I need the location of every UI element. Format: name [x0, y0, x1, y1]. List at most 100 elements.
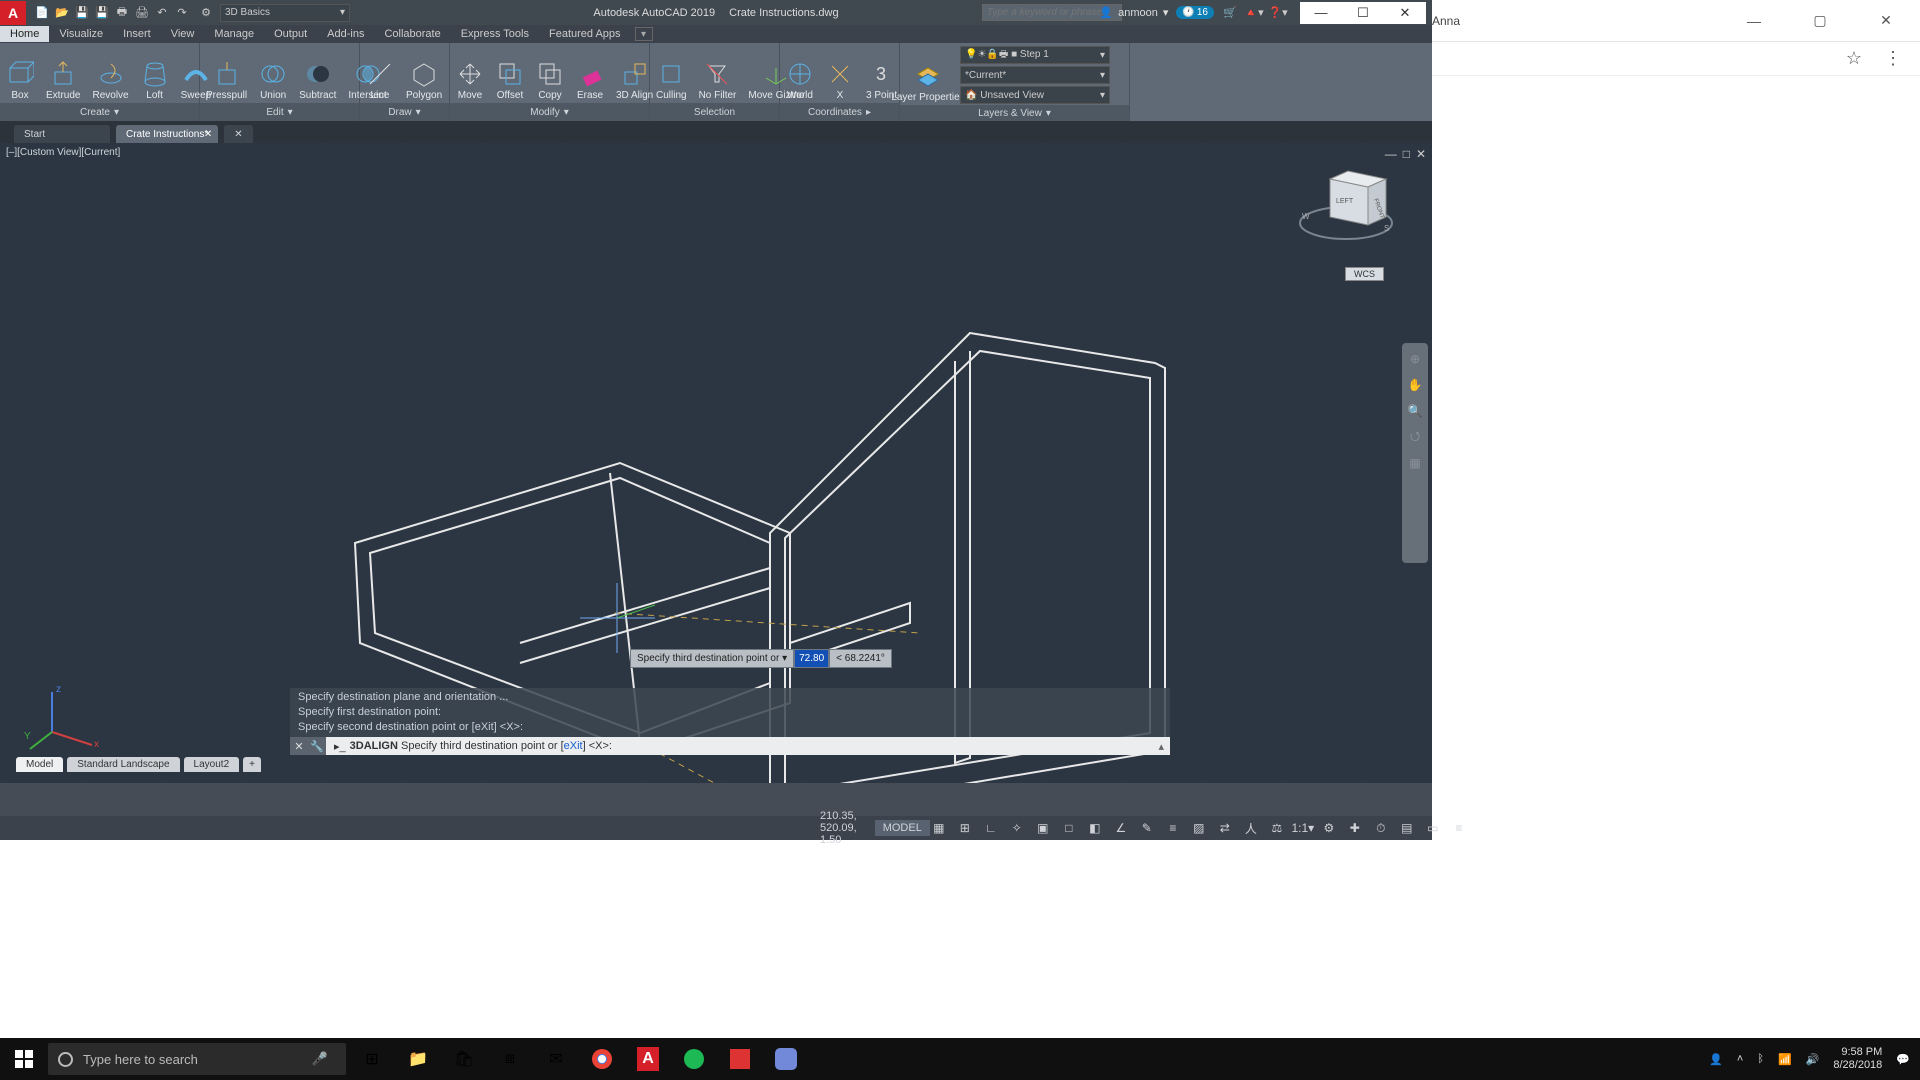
- world-button[interactable]: World: [780, 43, 820, 103]
- erase-button[interactable]: Erase: [570, 43, 610, 103]
- qat-redo-icon[interactable]: ↷: [174, 5, 190, 21]
- cart-icon[interactable]: 🛒: [1222, 5, 1238, 21]
- osnap-toggle-icon[interactable]: □: [1060, 819, 1078, 837]
- workspace-selector[interactable]: 3D Basics▾: [220, 4, 350, 22]
- window-minimize-button[interactable]: —: [1300, 2, 1342, 24]
- qat-new-icon[interactable]: 📄: [34, 5, 50, 21]
- qat-plot-icon[interactable]: 🖶: [114, 5, 130, 21]
- tab-add-button[interactable]: ▾: [635, 27, 653, 41]
- taskbar-search[interactable]: Type here to search 🎤: [48, 1043, 346, 1075]
- offset-button[interactable]: Offset: [490, 43, 530, 103]
- view-cube[interactable]: WS LEFT FRONT: [1296, 161, 1396, 261]
- cmd-expand-icon[interactable]: ▴: [1152, 740, 1170, 753]
- snap-toggle-icon[interactable]: ⊞: [956, 819, 974, 837]
- presspull-button[interactable]: Presspull: [200, 43, 253, 103]
- drawing-viewport[interactable]: [–][Custom View][Current] — □ ✕: [0, 143, 1432, 783]
- transparency-icon[interactable]: ▨: [1190, 819, 1208, 837]
- volume-icon[interactable]: 🔊: [1806, 1053, 1820, 1066]
- wcs-label[interactable]: WCS: [1345, 267, 1384, 281]
- browser-close-button[interactable]: ✕: [1866, 6, 1906, 36]
- 3dosnap-toggle-icon[interactable]: ◧: [1086, 819, 1104, 837]
- window-close-button[interactable]: ✕: [1384, 2, 1426, 24]
- annotation-icon[interactable]: 人: [1242, 819, 1260, 837]
- plus-icon[interactable]: ✚: [1346, 819, 1364, 837]
- bluetooth-icon[interactable]: ᛒ: [1757, 1053, 1764, 1065]
- copy-button[interactable]: Copy: [530, 43, 570, 103]
- layerprops-button[interactable]: Layer Properties: [900, 43, 956, 105]
- layout-tab-layout2[interactable]: Layout2: [184, 757, 240, 772]
- file-tab-new-button[interactable]: ✕: [224, 125, 252, 143]
- polar-toggle-icon[interactable]: ✧: [1008, 819, 1026, 837]
- grid-toggle-icon[interactable]: ▦: [930, 819, 948, 837]
- cleanscreen-icon[interactable]: ▭: [1424, 819, 1442, 837]
- chrome-icon[interactable]: [580, 1038, 624, 1080]
- gear-icon[interactable]: ⚙: [1320, 819, 1338, 837]
- panel-modify-label[interactable]: Modify ▾: [450, 103, 649, 121]
- tray-overflow-icon[interactable]: ˄: [1737, 1053, 1743, 1065]
- orbit-icon[interactable]: ⭯: [1407, 429, 1423, 445]
- panel-create-label[interactable]: Create ▾: [0, 103, 199, 121]
- app-home-icon[interactable]: 🔺▾: [1246, 5, 1262, 21]
- dropbox-icon[interactable]: ⧈: [488, 1038, 532, 1080]
- tab-addins[interactable]: Add-ins: [317, 26, 374, 42]
- app-red-icon[interactable]: [718, 1038, 762, 1080]
- tab-visualize[interactable]: Visualize: [49, 26, 113, 42]
- iso-toggle-icon[interactable]: ▣: [1034, 819, 1052, 837]
- browser-maximize-button[interactable]: ▢: [1800, 6, 1840, 36]
- explorer-icon[interactable]: 📁: [396, 1038, 440, 1080]
- otrack-toggle-icon[interactable]: ∠: [1112, 819, 1130, 837]
- people-icon[interactable]: 👤: [1709, 1053, 1723, 1066]
- zoom-icon[interactable]: 🔍: [1407, 403, 1423, 419]
- wifi-icon[interactable]: 📶: [1778, 1053, 1792, 1066]
- revolve-button[interactable]: Revolve: [86, 43, 134, 103]
- subtract-button[interactable]: Subtract: [293, 43, 342, 103]
- dyn-ucs-icon[interactable]: ✎: [1138, 819, 1156, 837]
- taskview-icon[interactable]: ⊞: [350, 1038, 394, 1080]
- hwaccel-icon[interactable]: ⏱: [1372, 819, 1390, 837]
- window-maximize-button[interactable]: ☐: [1342, 2, 1384, 24]
- qat-open-icon[interactable]: 📂: [54, 5, 70, 21]
- loft-button[interactable]: Loft: [135, 43, 175, 103]
- cmd-options-icon[interactable]: 🔧: [308, 737, 326, 755]
- ortho-toggle-icon[interactable]: ∟: [982, 819, 1000, 837]
- layout-tab-model[interactable]: Model: [16, 757, 63, 772]
- browser-menu-icon[interactable]: ⋮: [1884, 48, 1902, 69]
- tab-view[interactable]: View: [161, 26, 205, 42]
- tab-output[interactable]: Output: [264, 26, 317, 42]
- line-button[interactable]: Line: [360, 43, 400, 103]
- move-button[interactable]: Move: [450, 43, 490, 103]
- help-icon[interactable]: ❓▾: [1270, 5, 1286, 21]
- discord-icon[interactable]: [764, 1038, 808, 1080]
- lineweight-icon[interactable]: ≡: [1164, 819, 1182, 837]
- file-tab-start[interactable]: Start: [14, 125, 110, 143]
- coordinates-readout[interactable]: 210.35, 520.09, 1.50: [820, 810, 857, 846]
- panel-layers-label[interactable]: Layers & View ▾: [900, 105, 1129, 121]
- cmd-option[interactable]: eXit: [564, 740, 583, 752]
- taskbar-clock[interactable]: 9:58 PM 8/28/2018: [1833, 1046, 1882, 1072]
- layer-step-dropdown[interactable]: 💡☀🔒🖶 ■ Step 1▾: [960, 46, 1110, 64]
- browser-minimize-button[interactable]: —: [1734, 6, 1774, 36]
- qat-undo-icon[interactable]: ↶: [154, 5, 170, 21]
- panel-draw-label[interactable]: Draw ▾: [360, 103, 449, 121]
- layer-current-dropdown[interactable]: *Current*▾: [960, 66, 1110, 84]
- tab-manage[interactable]: Manage: [204, 26, 264, 42]
- start-button[interactable]: [0, 1038, 48, 1080]
- cmd-close-icon[interactable]: ✕: [290, 737, 308, 755]
- pan-icon[interactable]: ✋: [1407, 377, 1423, 393]
- box-button[interactable]: Box: [0, 43, 40, 103]
- layout-tab-standard[interactable]: Standard Landscape: [67, 757, 179, 772]
- qat-save-icon[interactable]: 💾: [74, 5, 90, 21]
- distance-input[interactable]: 72.80: [794, 649, 829, 668]
- store-icon[interactable]: 🛍: [442, 1038, 486, 1080]
- account-button[interactable]: 👤 anmoon ▾: [1099, 6, 1168, 19]
- coin-badge[interactable]: 🕐 16: [1176, 6, 1214, 19]
- nofilter-button[interactable]: No Filter: [693, 43, 743, 103]
- union-button[interactable]: Union: [253, 43, 293, 103]
- polygon-button[interactable]: Polygon: [400, 43, 448, 103]
- tab-express[interactable]: Express Tools: [451, 26, 539, 42]
- showmotion-icon[interactable]: ▦: [1407, 455, 1423, 471]
- mail-icon[interactable]: ✉: [534, 1038, 578, 1080]
- status-model-button[interactable]: MODEL: [875, 820, 930, 836]
- customize-icon[interactable]: ≡: [1450, 819, 1468, 837]
- tab-featured[interactable]: Featured Apps: [539, 26, 631, 42]
